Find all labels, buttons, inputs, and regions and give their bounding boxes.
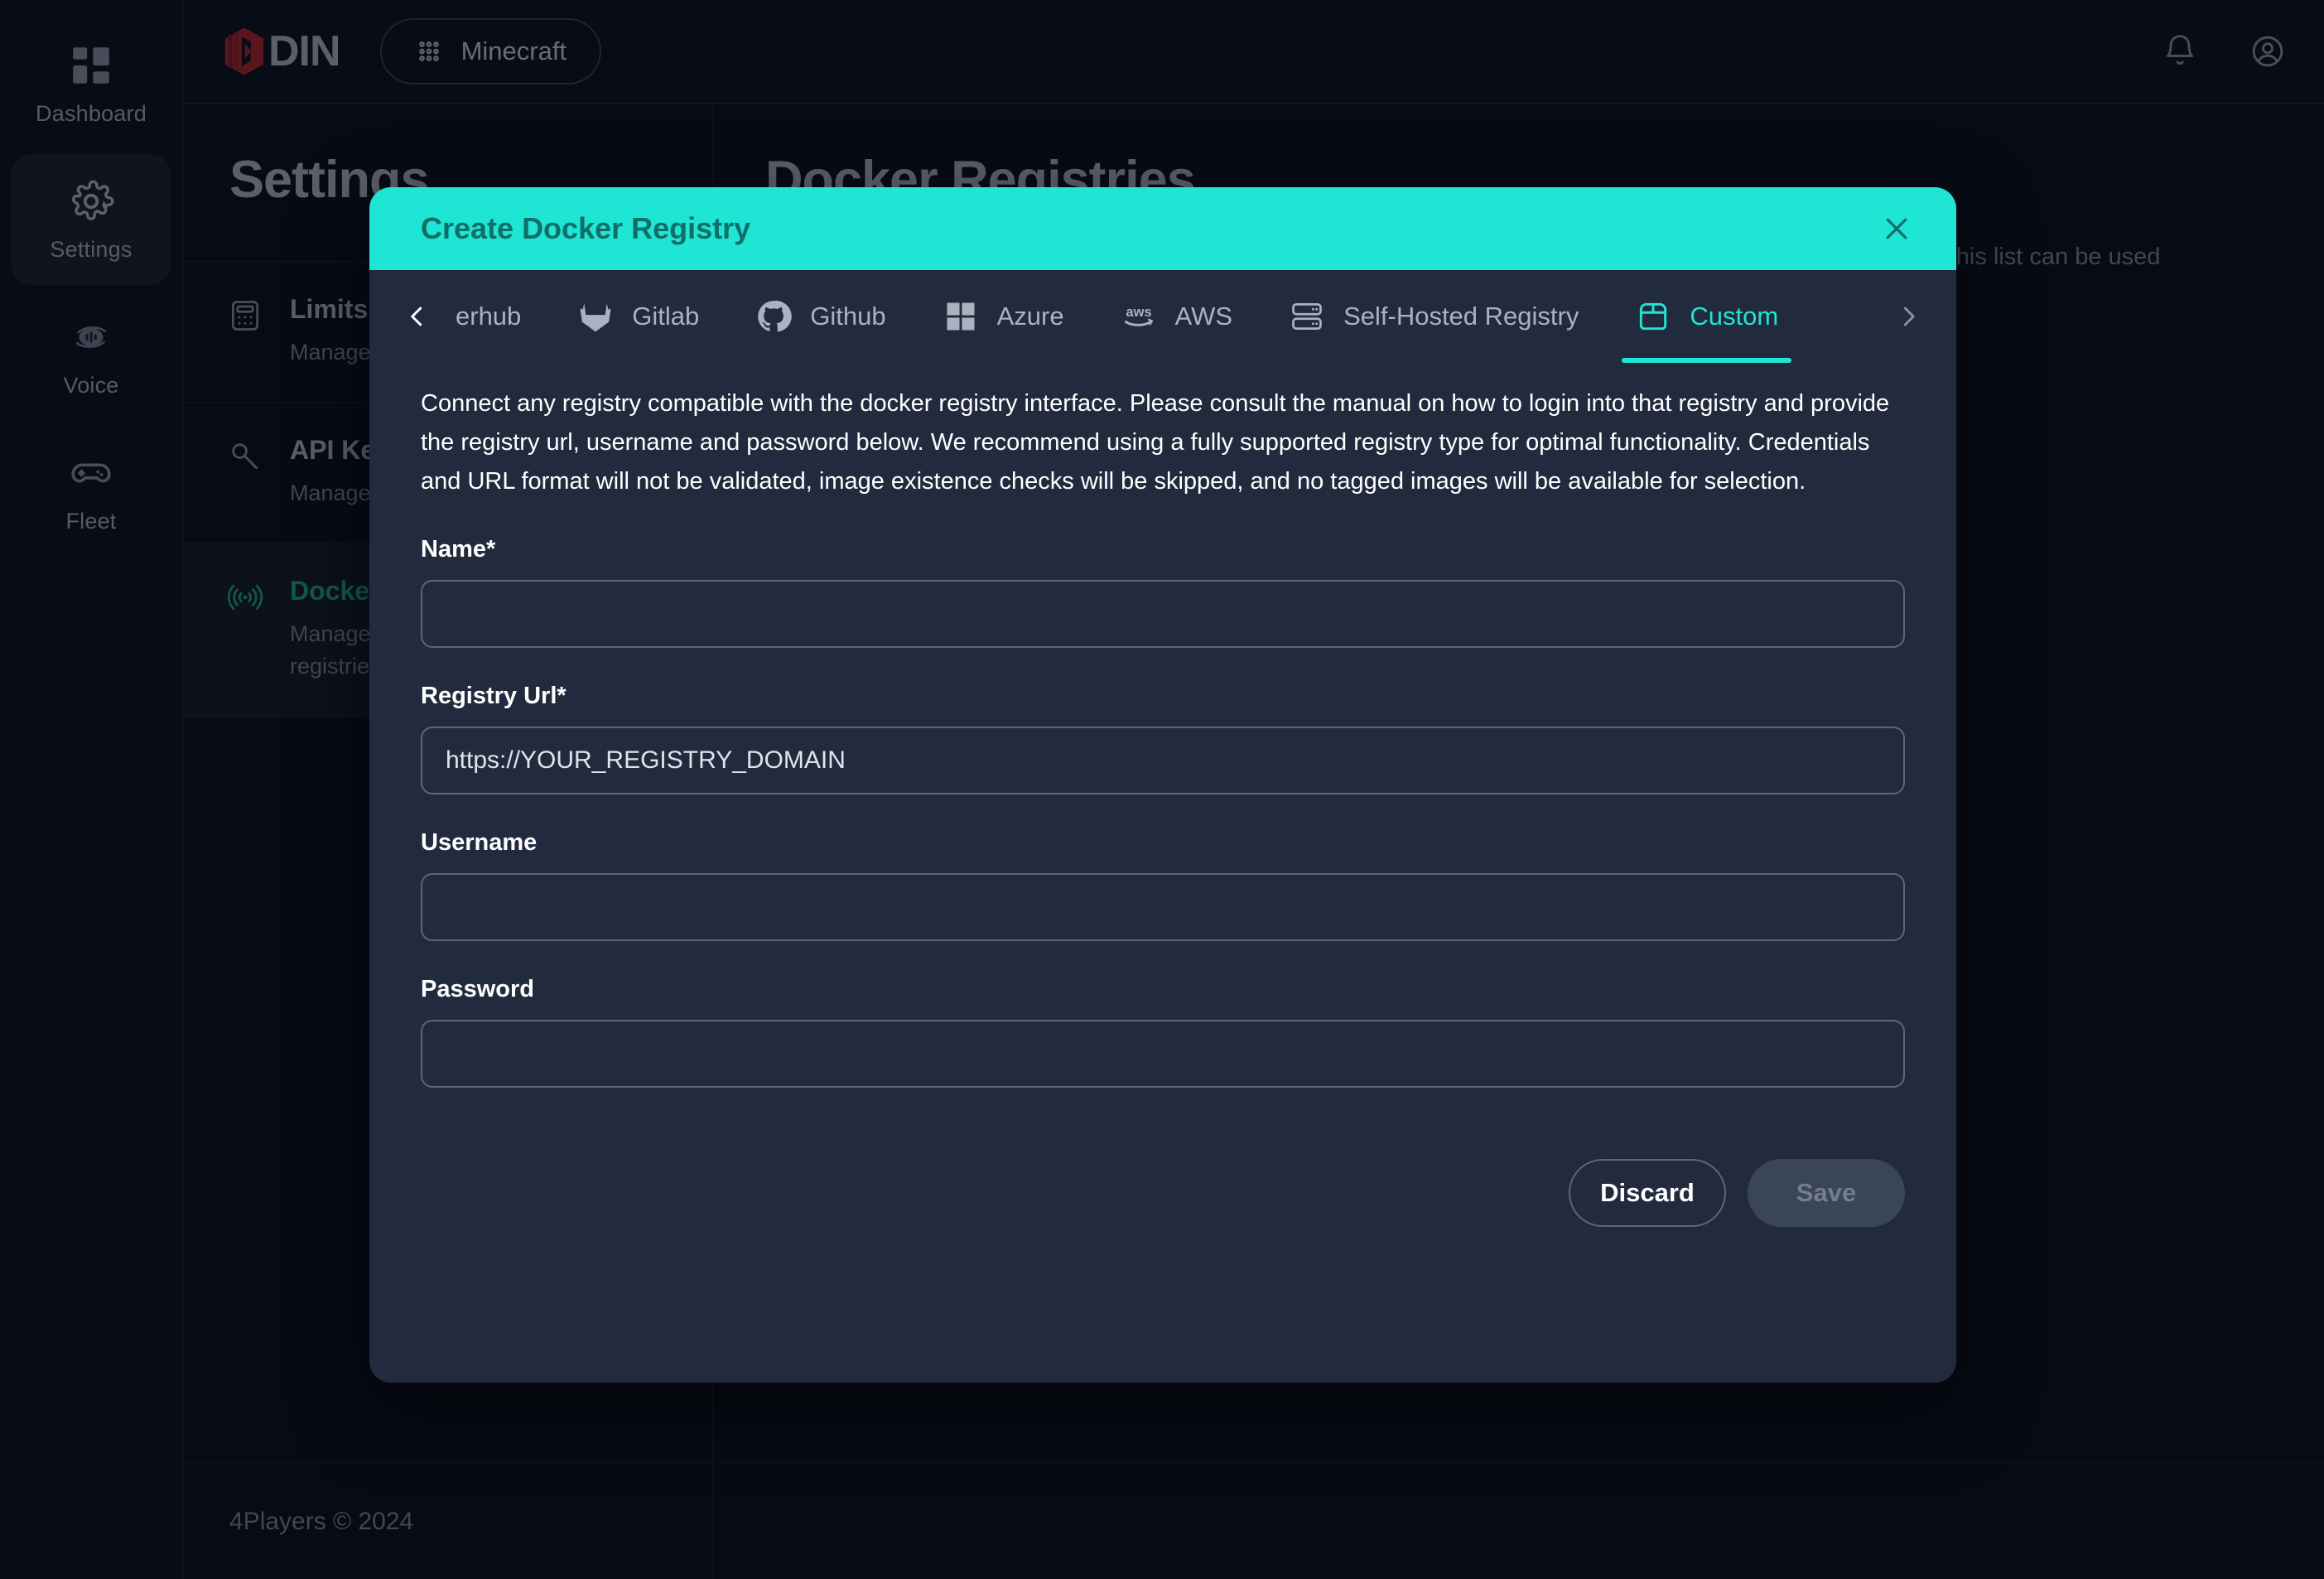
field-username: Username — [421, 829, 1905, 941]
tab-aws[interactable]: aws AWS — [1092, 270, 1261, 363]
field-label-registry-url: Registry Url* — [421, 682, 567, 709]
registry-type-tabs: erhub Gitlab Github Azure aws AWS Self-H… — [369, 270, 1956, 363]
tab-azure[interactable]: Azure — [914, 270, 1092, 363]
tab-label: AWS — [1174, 302, 1233, 331]
tab-strip: erhub Gitlab Github Azure aws AWS Self-H… — [437, 270, 1888, 363]
tab-github[interactable]: Github — [727, 270, 914, 363]
close-icon[interactable] — [1872, 204, 1921, 254]
field-password: Password — [421, 976, 1905, 1088]
field-label-username: Username — [421, 828, 538, 856]
dialog-body: Connect any registry compatible with the… — [369, 363, 1956, 1088]
username-input[interactable] — [421, 872, 1905, 941]
save-button[interactable]: Save — [1748, 1158, 1905, 1227]
tab-gitlab[interactable]: Gitlab — [549, 270, 727, 363]
field-name: Name* — [421, 536, 1905, 648]
tab-label: Github — [810, 302, 886, 331]
aws-icon: aws — [1124, 305, 1153, 326]
dialog-intro-text: Connect any registry compatible with the… — [421, 390, 1890, 495]
field-label-password: Password — [421, 975, 534, 1002]
tab-self-hosted-registry[interactable]: Self-Hosted Registry — [1261, 270, 1607, 363]
tab-label: Azure — [996, 302, 1064, 331]
github-icon — [758, 301, 793, 332]
dialog-header: Create Docker Registry — [369, 187, 1956, 270]
chevron-left-icon[interactable] — [398, 270, 437, 363]
package-box-icon — [1640, 302, 1667, 331]
password-input[interactable] — [421, 1019, 1905, 1088]
app-root: Dashboard Settings Voice — [0, 0, 2324, 1579]
chevron-right-icon[interactable] — [1888, 270, 1928, 363]
tab-label: Self-Hosted Registry — [1343, 302, 1579, 331]
name-input[interactable] — [421, 579, 1905, 648]
gitlab-icon — [580, 303, 611, 332]
dialog-actions: Discard Save — [369, 1088, 1956, 1227]
tab-custom[interactable]: Custom — [1607, 270, 1806, 363]
field-registry-url: Registry Url* — [421, 683, 1905, 794]
azure-icon — [947, 302, 975, 331]
registry-url-input[interactable] — [421, 726, 1905, 794]
tab-label: erhub — [456, 302, 522, 331]
tab-label: Gitlab — [632, 302, 700, 331]
create-docker-registry-dialog: Create Docker Registry erhub Gitlab Gith… — [369, 187, 1956, 1383]
discard-button[interactable]: Discard — [1569, 1158, 1726, 1227]
tab-dockerhub[interactable]: erhub — [437, 270, 549, 363]
field-label-name: Name* — [421, 535, 496, 563]
tab-label: Custom — [1690, 302, 1779, 331]
server-rack-icon — [1292, 302, 1322, 331]
dialog-title: Create Docker Registry — [421, 211, 751, 245]
svg-text:aws: aws — [1126, 305, 1151, 320]
